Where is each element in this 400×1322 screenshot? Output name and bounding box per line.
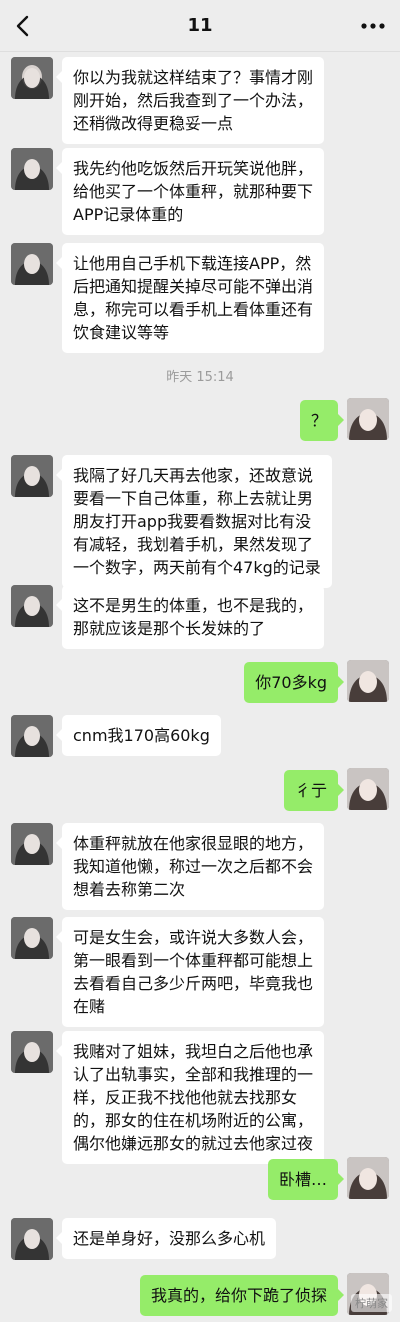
message-bubble[interactable]: 还是单身好，没那么多心机 [55, 1218, 277, 1259]
avatar[interactable] [347, 398, 389, 440]
message-bubble[interactable]: 你以为我就这样结束了？事情才刚 刚开始，然后我查到了一个办法， 还稍微改得更稳妥… [55, 57, 325, 144]
avatar[interactable] [11, 148, 53, 190]
message-bubble[interactable]: 我隔了好几天再去他家，还故意说 要看一下自己体重，称上去就让男 朋友打开app我… [56, 455, 332, 588]
avatar[interactable] [11, 455, 53, 497]
avatar[interactable] [11, 823, 53, 865]
message-bubble[interactable]: 这不是男生的体重，也不是我的， 那就应该是那个长发妹的了 [55, 585, 325, 649]
watermark-label: 柠萌家 [351, 1294, 392, 1312]
avatar[interactable] [347, 1157, 389, 1199]
chat-header: 11 [0, 0, 400, 52]
more-icon[interactable] [358, 14, 388, 38]
message-bubble[interactable]: 我先约他吃饭然后开玩笑说他胖， 给他买了一个体重秤，就那种要下 APP记录体重的 [55, 148, 325, 235]
message-bubble[interactable]: cnm我170高60kg [56, 715, 221, 756]
message-bubble[interactable]: 体重秤就放在他家很显眼的地方， 我知道他懒，称过一次之后都不会 想着去称第二次 [55, 823, 325, 910]
message-bubble[interactable]: 让他用自己手机下载连接APP，然 后把通知提醒关掉尽可能不弹出消 息，称完可以看… [55, 243, 325, 353]
message-bubble[interactable]: 卧槽… [267, 1159, 345, 1200]
message-bubble[interactable]: ？ [299, 400, 345, 441]
chat-title: 11 [187, 15, 213, 36]
avatar[interactable] [11, 243, 53, 285]
timestamp: 昨天 15:14 [166, 370, 234, 385]
message-bubble[interactable]: 我赌对了姐妹，我坦白之后他也承 认了出轨事实，全部和我推理的一 样，反正我不找他… [55, 1031, 325, 1164]
avatar[interactable] [11, 57, 53, 99]
avatar[interactable] [11, 917, 53, 959]
message-bubble[interactable]: 你70多kg [244, 662, 344, 703]
message-bubble[interactable]: 我真的，给你下跪了侦探 [139, 1275, 345, 1316]
avatar[interactable] [347, 768, 389, 810]
message-bubble[interactable]: 可是女生会，或许说大多数人会， 第一眼看到一个体重秤都可能想上 去看看自己多少斤… [55, 917, 325, 1027]
message-bubble[interactable]: 彳亍 [283, 770, 345, 811]
avatar[interactable] [347, 660, 389, 702]
avatar[interactable] [11, 1031, 53, 1073]
avatar[interactable] [11, 585, 53, 627]
avatar[interactable] [11, 715, 53, 757]
avatar[interactable] [11, 1218, 53, 1260]
